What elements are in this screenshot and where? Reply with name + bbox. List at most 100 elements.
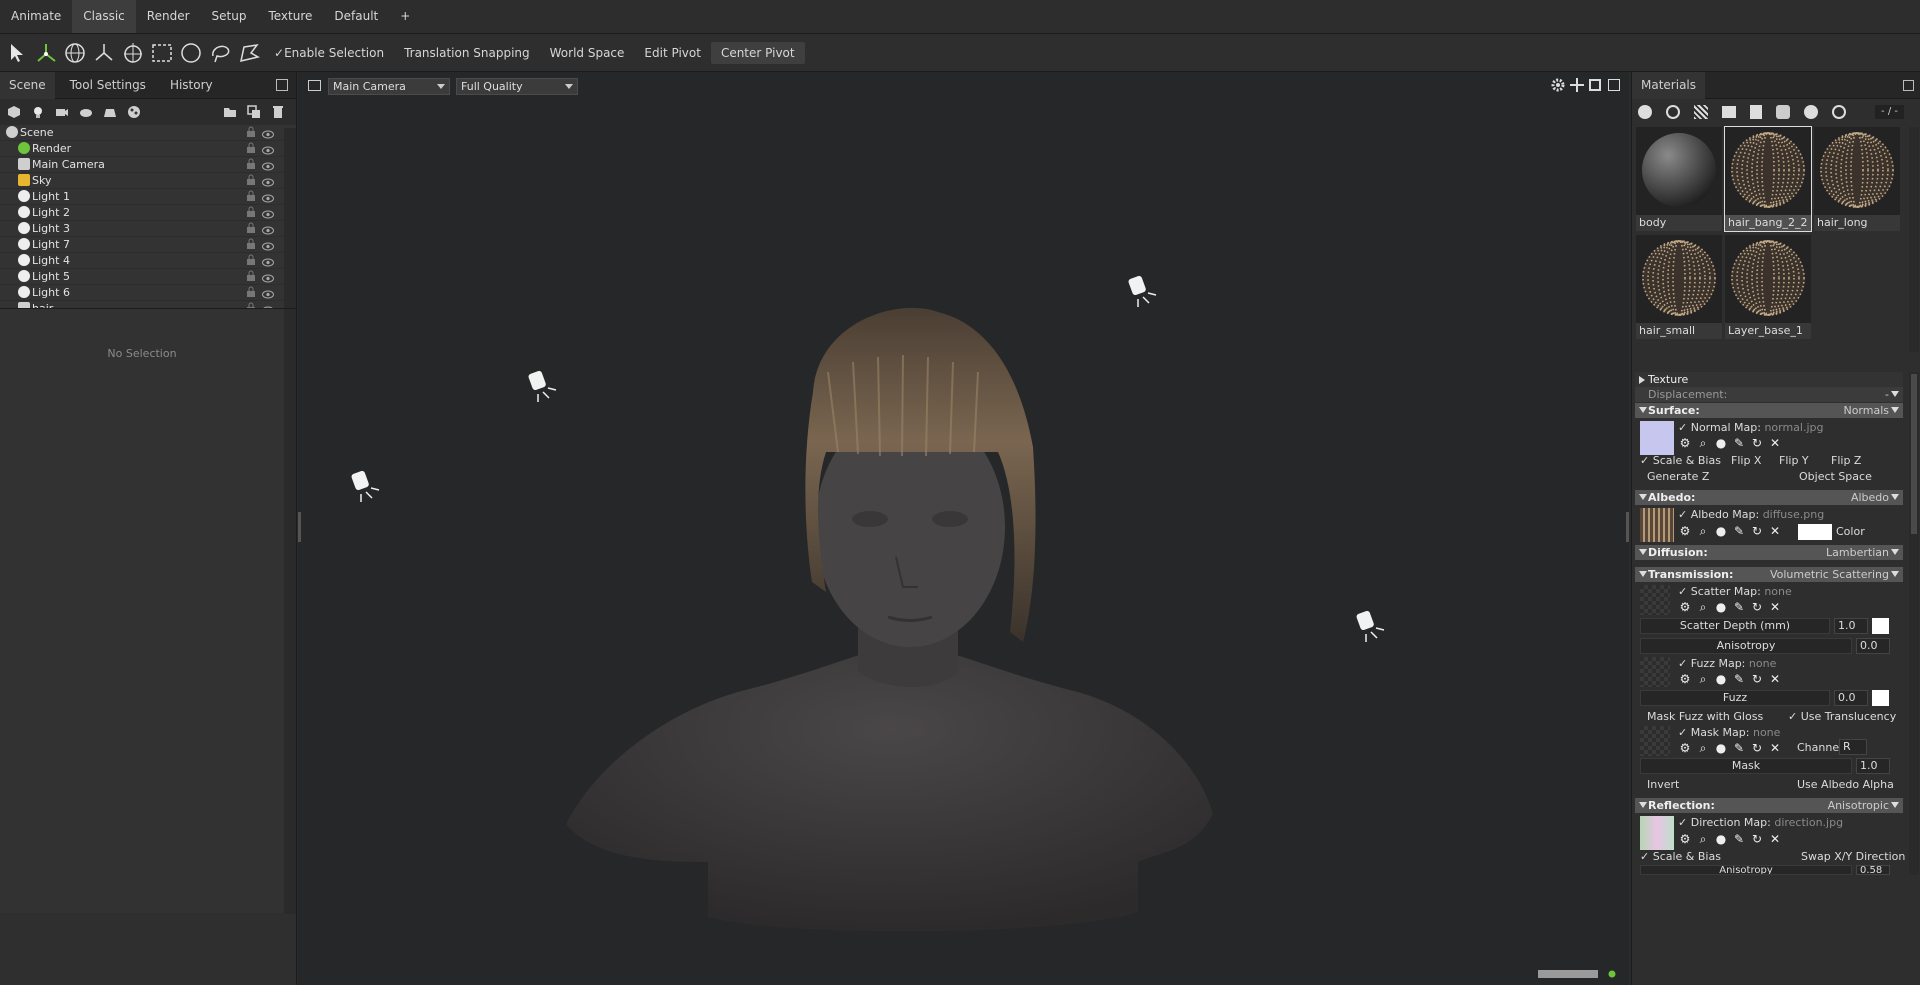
select-tool-icon[interactable]	[4, 40, 30, 66]
materials-page-indicator[interactable]: - / -	[1875, 105, 1904, 119]
add-camera-icon[interactable]	[52, 102, 72, 122]
close-icon[interactable]: ✕	[1768, 832, 1782, 846]
search-icon[interactable]: ⌕	[1696, 600, 1710, 614]
visibility-eye-icon[interactable]	[262, 256, 274, 267]
scale-tool-icon[interactable]	[91, 40, 117, 66]
swap-xy-direction-checkbox[interactable]: Swap X/Y Direction	[1794, 850, 1905, 863]
direction-map-thumbnail[interactable]	[1640, 816, 1674, 850]
albedo-section-header[interactable]: Albedo: Albedo	[1635, 490, 1903, 505]
refresh-icon[interactable]: ↻	[1750, 672, 1764, 686]
tab-tool-settings[interactable]: Tool Settings	[61, 72, 155, 99]
anisotropy-slider[interactable]: Anisotropy	[1640, 638, 1852, 654]
search-icon[interactable]: ⌕	[1696, 672, 1710, 686]
rotate-tool-icon[interactable]	[62, 40, 88, 66]
scene-tree-item[interactable]: Sky	[0, 173, 296, 189]
pencil-icon[interactable]: ✎	[1732, 741, 1746, 755]
anisotropy-value[interactable]: 0.0	[1856, 638, 1890, 654]
properties-scrollbar[interactable]	[1909, 372, 1919, 875]
scatter-color-swatch[interactable]	[1872, 618, 1889, 634]
visibility-eye-icon[interactable]	[262, 208, 274, 219]
tab-default[interactable]: Default	[323, 0, 389, 33]
scene-tree-item[interactable]: Light 3	[0, 221, 296, 237]
surface-section-header[interactable]: Surface: Normals	[1635, 403, 1903, 418]
edit-pivot-button[interactable]: Edit Pivot	[638, 42, 707, 64]
pencil-icon[interactable]: ✎	[1732, 436, 1746, 450]
fuzz-value[interactable]: 0.0	[1834, 690, 1868, 706]
search-icon[interactable]: ⌕	[1696, 524, 1710, 538]
lock-icon[interactable]	[246, 126, 256, 138]
visibility-eye-icon[interactable]	[262, 176, 274, 187]
channel-select[interactable]: R	[1839, 739, 1867, 755]
add-material-icon[interactable]	[1638, 105, 1652, 119]
dropper-icon[interactable]: ●	[1714, 832, 1728, 846]
dropper-icon[interactable]: ●	[1714, 436, 1728, 450]
pencil-icon[interactable]: ✎	[1732, 524, 1746, 538]
add-light-icon[interactable]	[28, 102, 48, 122]
reflection-scale-bias-checkbox[interactable]: ✓ Scale & Bias	[1640, 850, 1721, 863]
material-thumbnail[interactable]: hair_long	[1814, 127, 1900, 231]
lock-icon[interactable]	[246, 158, 256, 170]
use-albedo-alpha-checkbox[interactable]: Use Albedo Alpha	[1790, 778, 1894, 791]
scene-tree-item[interactable]: Main Camera	[0, 157, 296, 173]
add-tab-button[interactable]: +	[389, 0, 421, 33]
scatter-depth-slider[interactable]: Scatter Depth (mm)	[1640, 618, 1830, 634]
lasso-select-icon[interactable]	[207, 40, 233, 66]
dropper-icon[interactable]: ●	[1714, 524, 1728, 538]
material-thumbnail[interactable]: hair_bang_2_2	[1724, 126, 1812, 232]
close-icon[interactable]: ✕	[1768, 524, 1782, 538]
mask-fuzz-checkbox[interactable]: Mask Fuzz with Gloss	[1640, 710, 1763, 723]
dropper-icon[interactable]: ●	[1714, 600, 1728, 614]
use-translucency-checkbox[interactable]: ✓ Use Translucency	[1788, 710, 1896, 723]
reflection-anisotropy-slider[interactable]: Anisotropy	[1640, 865, 1852, 875]
duplicate-icon[interactable]	[244, 102, 264, 122]
reflection-section-header[interactable]: Reflection: Anisotropic	[1635, 798, 1903, 813]
lock-icon[interactable]	[246, 206, 256, 218]
pencil-icon[interactable]: ✎	[1732, 600, 1746, 614]
scene-tree-item[interactable]: Light 5	[0, 269, 296, 285]
scene-tree-item[interactable]: Scene	[0, 125, 296, 141]
visibility-eye-icon[interactable]	[262, 288, 274, 299]
scene-tree-item[interactable]: Light 2	[0, 205, 296, 221]
scatter-map-thumbnail[interactable]	[1640, 585, 1670, 615]
scene-tree-item[interactable]: Light 4	[0, 253, 296, 269]
refresh-icon[interactable]: ↻	[1750, 832, 1764, 846]
search-icon[interactable]: ⌕	[1696, 832, 1710, 846]
add-shape-icon[interactable]	[100, 102, 120, 122]
folder-icon[interactable]	[220, 102, 240, 122]
ellipse-select-icon[interactable]	[178, 40, 204, 66]
gear-icon[interactable]: ⚙	[1678, 672, 1692, 686]
material-thumbnail[interactable]: Layer_base_1	[1725, 235, 1811, 339]
gear-icon[interactable]: ⚙	[1678, 600, 1692, 614]
close-icon[interactable]: ✕	[1768, 436, 1782, 450]
transmission-section-header[interactable]: Transmission: Volumetric Scattering	[1635, 567, 1903, 582]
pick-material-icon[interactable]	[1776, 105, 1790, 119]
right-splitter-handle[interactable]	[1626, 512, 1629, 542]
scene-tree-item[interactable]: Light 6	[0, 285, 296, 301]
visibility-eye-icon[interactable]	[262, 128, 274, 139]
refresh-icon[interactable]: ↻	[1750, 436, 1764, 450]
add-sky-icon[interactable]	[76, 102, 96, 122]
refresh-icon[interactable]: ↻	[1750, 741, 1764, 755]
refresh-icon[interactable]: ↻	[1750, 524, 1764, 538]
lock-icon[interactable]	[246, 238, 256, 250]
lock-icon[interactable]	[246, 286, 256, 298]
gear-icon[interactable]: ⚙	[1678, 524, 1692, 538]
tab-animate[interactable]: Animate	[0, 0, 72, 33]
flip-y-checkbox[interactable]: Flip Y	[1772, 454, 1809, 467]
lock-icon[interactable]	[246, 174, 256, 186]
tab-materials[interactable]: Materials	[1632, 72, 1706, 99]
popout-icon[interactable]	[276, 79, 288, 91]
dropper-icon[interactable]: ●	[1714, 741, 1728, 755]
selection-scrollbar[interactable]	[284, 309, 296, 914]
delete-icon[interactable]	[1750, 105, 1762, 119]
duplicate-material-icon[interactable]	[1666, 105, 1680, 119]
viewport[interactable]: Main Camera Full Quality	[298, 72, 1629, 985]
delete-icon[interactable]	[268, 102, 288, 122]
center-pivot-button[interactable]: Center Pivot	[710, 41, 805, 64]
lock-icon[interactable]	[246, 222, 256, 234]
enable-selection-toggle[interactable]: ✓Enable Selection	[268, 42, 390, 64]
texture-icon[interactable]	[1694, 105, 1708, 119]
add-object-icon[interactable]	[4, 102, 24, 122]
visibility-eye-icon[interactable]	[262, 240, 274, 251]
tab-texture[interactable]: Texture	[257, 0, 323, 33]
